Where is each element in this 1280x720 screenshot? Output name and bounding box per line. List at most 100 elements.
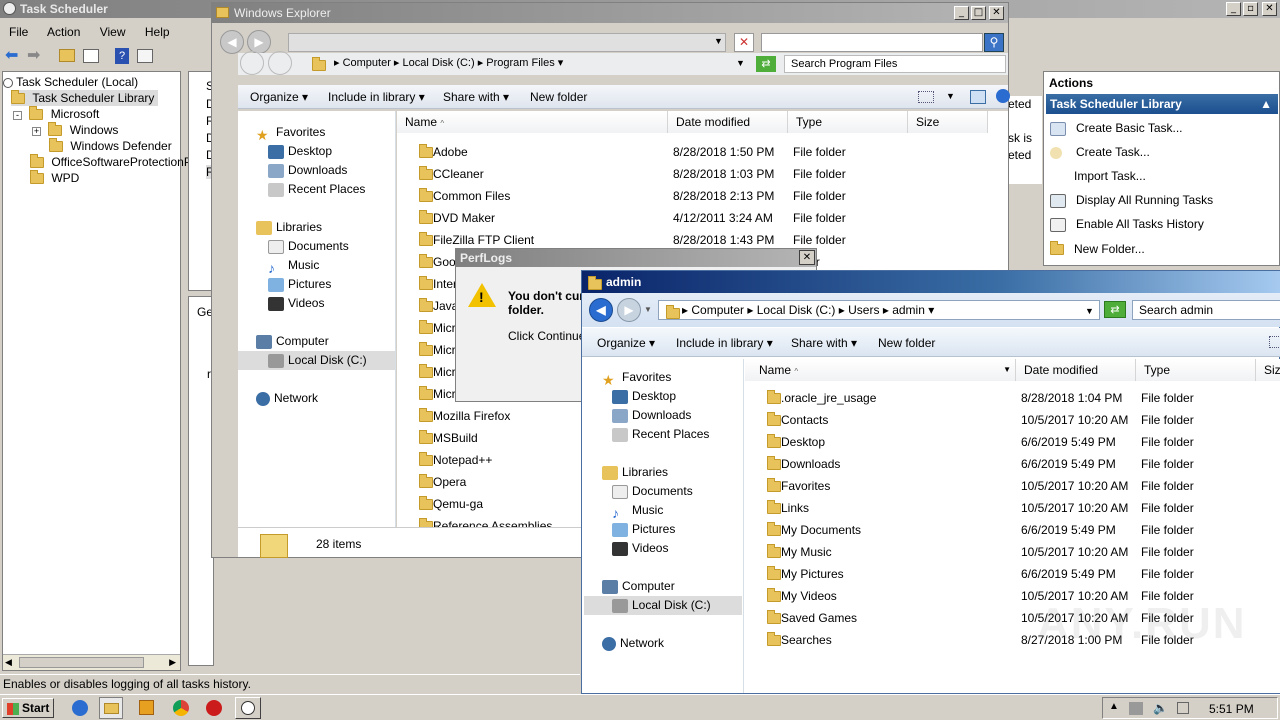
- breadcrumb-program-files[interactable]: Program Files: [486, 57, 554, 69]
- menu-help[interactable]: Help: [145, 25, 170, 39]
- tree-windows-defender[interactable]: Windows Defender: [49, 138, 172, 154]
- nav-downloads[interactable]: Downloads: [612, 406, 691, 425]
- show-hide-tree-icon[interactable]: [83, 49, 99, 63]
- back-button[interactable]: ◀: [589, 298, 613, 322]
- nav-documents[interactable]: Documents: [612, 482, 693, 501]
- nav-pictures[interactable]: Pictures: [612, 520, 675, 539]
- explorer-taskbar-icon[interactable]: [99, 697, 123, 719]
- search-icon[interactable]: ⚲: [984, 33, 1004, 52]
- list-item[interactable]: Favorites 10/5/2017 10:20 AM File folder: [745, 475, 1280, 497]
- list-item[interactable]: CCleaner 8/28/2018 1:03 PM File folder: [397, 163, 1008, 185]
- media-player-icon[interactable]: [139, 700, 154, 715]
- include-in-library-menu[interactable]: Include in library ▾: [676, 336, 773, 350]
- search-box-blank[interactable]: [761, 33, 983, 52]
- col-name[interactable]: Name ^ ▼: [745, 359, 1016, 381]
- nav-desktop[interactable]: Desktop: [268, 142, 332, 161]
- back-arrow-icon[interactable]: ⬅: [5, 48, 18, 64]
- breadcrumb-users[interactable]: Users: [848, 303, 879, 317]
- explorer1-maximize-button[interactable]: □: [971, 6, 986, 20]
- list-item[interactable]: My Music 10/5/2017 10:20 AM File folder: [745, 541, 1280, 563]
- nav-network[interactable]: Network: [602, 634, 664, 653]
- nav-favorites[interactable]: ★ Favorites: [256, 123, 325, 143]
- col-size[interactable]: Size: [908, 111, 988, 133]
- organize-menu[interactable]: Organize ▾: [250, 90, 308, 104]
- nav-computer[interactable]: Computer: [602, 577, 675, 596]
- forward-arrow-icon[interactable]: ➡: [27, 48, 40, 64]
- address-dropdown-icon[interactable]: ▼: [714, 36, 723, 46]
- nav-local-disk[interactable]: Local Disk (C:): [238, 351, 395, 370]
- breadcrumb-computer[interactable]: Computer: [343, 57, 391, 69]
- menu-file[interactable]: File: [9, 25, 28, 39]
- menu-view[interactable]: View: [100, 25, 126, 39]
- nav-computer[interactable]: Computer: [256, 332, 329, 351]
- breadcrumb-local-disk[interactable]: Local Disk (C:): [757, 303, 836, 317]
- col-name[interactable]: Name ^: [397, 111, 668, 133]
- collapse-up-icon[interactable]: ▲: [1260, 94, 1272, 114]
- view-options-icon[interactable]: [918, 91, 934, 103]
- action-enable-history[interactable]: Enable All Tasks History: [1050, 217, 1204, 232]
- search-program-files-input[interactable]: Search Program Files: [784, 55, 1006, 73]
- view-dropdown-icon[interactable]: ▼: [946, 91, 955, 101]
- address-dropdown-icon[interactable]: ▼: [736, 58, 745, 68]
- list-item[interactable]: My Documents 6/6/2019 5:49 PM File folder: [745, 519, 1280, 541]
- scroll-right-icon[interactable]: ▶: [169, 657, 176, 668]
- new-folder-button[interactable]: New folder: [530, 90, 587, 104]
- ts-close-button[interactable]: ✕: [1262, 2, 1277, 16]
- nav-network[interactable]: Network: [256, 389, 318, 408]
- tree-task-scheduler-local[interactable]: Task Scheduler (Local): [3, 74, 138, 90]
- col-size[interactable]: Size: [1256, 359, 1280, 381]
- new-folder-button[interactable]: New folder: [878, 336, 935, 350]
- nav-favorites[interactable]: ★ Favorites: [602, 368, 671, 388]
- explorer1-minimize-button[interactable]: _: [954, 6, 969, 20]
- col-type[interactable]: Type: [788, 111, 908, 133]
- nav-libraries[interactable]: Libraries: [256, 218, 322, 237]
- share-with-menu[interactable]: Share with ▾: [791, 336, 857, 350]
- action-display-running[interactable]: Display All Running Tasks: [1050, 193, 1213, 208]
- nav-downloads[interactable]: Downloads: [268, 161, 347, 180]
- stop-icon[interactable]: ✕: [734, 33, 754, 52]
- help-circle-icon[interactable]: [996, 89, 1010, 103]
- col-date-modified[interactable]: Date modified: [668, 111, 788, 133]
- action-import-task[interactable]: Import Task...: [1074, 169, 1146, 183]
- nav-pictures[interactable]: Pictures: [268, 275, 331, 294]
- tree-horizontal-scrollbar[interactable]: ◀ ▶: [3, 654, 180, 670]
- address-bar-blank[interactable]: [288, 33, 726, 52]
- share-with-menu[interactable]: Share with ▾: [443, 90, 509, 104]
- breadcrumb-admin[interactable]: admin: [892, 303, 925, 317]
- list-item[interactable]: My Pictures 6/6/2019 5:49 PM File folder: [745, 563, 1280, 585]
- menu-action[interactable]: Action: [47, 25, 80, 39]
- opera-icon[interactable]: [206, 700, 222, 716]
- collapse-icon[interactable]: -: [13, 111, 22, 120]
- action-create-task[interactable]: Create Task...: [1050, 145, 1150, 159]
- nav-local-disk[interactable]: Local Disk (C:): [584, 596, 742, 615]
- properties-icon[interactable]: [137, 49, 153, 63]
- action-create-basic-task[interactable]: Create Basic Task...: [1050, 121, 1183, 136]
- refresh-icon[interactable]: ⇄: [1104, 301, 1126, 318]
- flag-tray-icon[interactable]: [1177, 702, 1189, 714]
- refresh-icon[interactable]: ⇄: [756, 56, 776, 72]
- nav-libraries[interactable]: Libraries: [602, 463, 668, 482]
- nav-music[interactable]: ♪ Music: [612, 501, 663, 521]
- nav-desktop[interactable]: Desktop: [612, 387, 676, 406]
- list-item[interactable]: Downloads 6/6/2019 5:49 PM File folder: [745, 453, 1280, 475]
- breadcrumb-local-disk[interactable]: Local Disk (C:): [403, 57, 475, 69]
- ts-minimize-button[interactable]: _: [1226, 2, 1241, 16]
- tree-office-software-protection[interactable]: OfficeSoftwareProtectionPl: [30, 154, 195, 170]
- nav-videos[interactable]: Videos: [268, 294, 324, 313]
- search-admin-input[interactable]: Search admin: [1132, 300, 1280, 320]
- dialog-close-button[interactable]: ✕: [799, 250, 815, 265]
- network-tray-icon[interactable]: [1129, 702, 1143, 715]
- view-options-icon[interactable]: [1269, 336, 1280, 348]
- forward-button[interactable]: ▶: [617, 298, 641, 322]
- clock[interactable]: 5:51 PM: [1209, 702, 1254, 716]
- col-date-modified[interactable]: Date modified: [1016, 359, 1136, 381]
- scroll-thumb[interactable]: [19, 657, 144, 668]
- start-button[interactable]: Start: [2, 698, 54, 718]
- tree-microsoft[interactable]: - Microsoft: [13, 106, 99, 122]
- include-in-library-menu[interactable]: Include in library ▾: [328, 90, 425, 104]
- col-type[interactable]: Type: [1136, 359, 1256, 381]
- list-item[interactable]: Links 10/5/2017 10:20 AM File folder: [745, 497, 1280, 519]
- list-item[interactable]: .oracle_jre_usage 8/28/2018 1:04 PM File f…: [745, 387, 1280, 409]
- actions-section-header[interactable]: Task Scheduler Library ▲: [1046, 94, 1278, 114]
- explorer1-close-button[interactable]: ✕: [989, 6, 1004, 20]
